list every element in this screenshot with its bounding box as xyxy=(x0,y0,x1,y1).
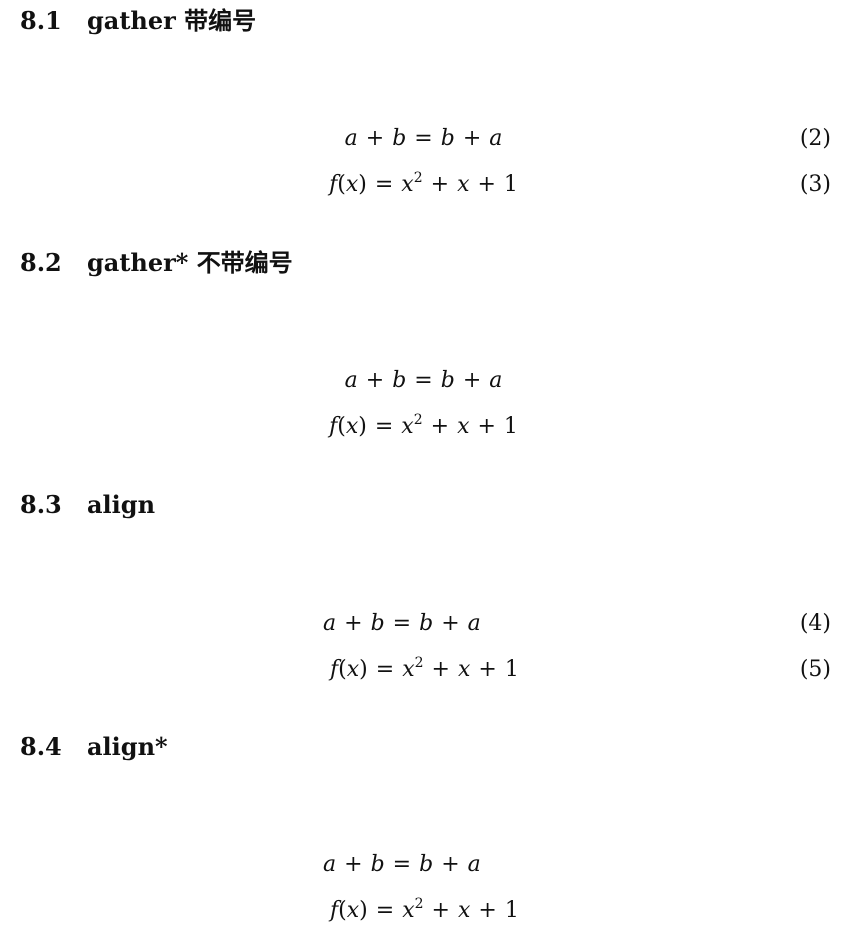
math-op: = xyxy=(375,898,395,923)
math-var: b xyxy=(440,368,455,393)
math-var: x xyxy=(457,172,470,197)
math-op: + xyxy=(478,898,497,923)
equation-number: (5) xyxy=(799,657,831,682)
math-var: x xyxy=(346,898,360,923)
math-op: = xyxy=(375,657,395,682)
section-heading-8-4: 8.4 align* xyxy=(20,732,168,762)
math-number: 1 xyxy=(503,414,518,439)
section-title: gather 带编号 xyxy=(87,6,257,35)
math-var: x xyxy=(346,657,360,682)
math-op: + xyxy=(477,172,496,197)
math-op: + xyxy=(430,414,450,439)
equation-polynomial: f(x) = x2 + x +1 xyxy=(0,409,855,445)
math-exponent: 2 xyxy=(413,170,423,186)
math-var: x xyxy=(402,657,415,682)
math-var: b xyxy=(370,611,385,636)
section-number: 8.1 xyxy=(20,6,62,35)
math-var: x xyxy=(457,898,471,923)
math-paren: ( xyxy=(337,414,346,439)
math-op: + xyxy=(365,126,385,151)
math-exponent: 2 xyxy=(413,412,423,428)
math-var: x xyxy=(345,172,359,197)
math-var: b xyxy=(370,852,385,877)
math-var: a xyxy=(323,852,337,877)
math-op: + xyxy=(441,852,460,877)
math-op: + xyxy=(430,172,450,197)
equation-number: (3) xyxy=(799,172,831,197)
math-var: x xyxy=(402,898,415,923)
math-op: + xyxy=(365,368,385,393)
equation-polynomial: f(x) = x2 + x +1 xyxy=(330,893,519,929)
math-op: = xyxy=(392,852,412,877)
math-var: a xyxy=(489,126,503,151)
math-paren: ( xyxy=(338,657,347,682)
math-paren: ) xyxy=(358,172,367,197)
section-heading-8-2: 8.2 gather* 不带编号 xyxy=(20,248,293,278)
section-title: align xyxy=(87,490,156,519)
math-op: = xyxy=(374,172,394,197)
math-number: 1 xyxy=(504,898,519,923)
equation-commutative: a + b = b + a xyxy=(0,121,855,157)
math-var: x xyxy=(345,414,359,439)
math-var: b xyxy=(419,852,434,877)
math-var: b xyxy=(392,368,407,393)
math-paren: ( xyxy=(337,172,346,197)
math-var: b xyxy=(440,126,455,151)
math-op: + xyxy=(462,126,482,151)
equation-commutative: a + b = b + a xyxy=(0,363,855,399)
math-var: a xyxy=(467,611,481,636)
math-exponent: 2 xyxy=(414,896,424,912)
section-title: gather* 不带编号 xyxy=(87,248,293,277)
math-var: f xyxy=(329,414,338,439)
math-var: b xyxy=(419,611,434,636)
math-var: x xyxy=(401,414,414,439)
math-number: 1 xyxy=(504,657,519,682)
math-var: f xyxy=(330,898,339,923)
section-heading-8-3: 8.3 align xyxy=(20,490,155,520)
math-op: + xyxy=(477,414,496,439)
equation-polynomial: f(x) = x2 + x +1 xyxy=(330,652,519,688)
math-var: a xyxy=(344,126,358,151)
math-op: + xyxy=(431,898,450,923)
section-heading-8-1: 8.1 gather 带编号 xyxy=(20,6,256,36)
math-op: = xyxy=(414,368,433,393)
math-op: + xyxy=(344,611,363,636)
math-paren: ( xyxy=(338,898,347,923)
section-number: 8.2 xyxy=(20,248,62,277)
math-number: 1 xyxy=(503,172,518,197)
math-var: a xyxy=(467,852,481,877)
math-var: x xyxy=(457,657,471,682)
equation-commutative: a + b = b + a xyxy=(323,847,481,883)
section-number: 8.4 xyxy=(20,732,62,761)
math-op: + xyxy=(344,852,363,877)
math-var: f xyxy=(330,657,339,682)
equation-number: (2) xyxy=(799,126,831,151)
math-op: + xyxy=(478,657,497,682)
equation-number: (4) xyxy=(799,611,831,636)
math-var: a xyxy=(323,611,337,636)
math-paren: ) xyxy=(359,657,368,682)
math-op: = xyxy=(392,611,412,636)
math-op: = xyxy=(414,126,433,151)
math-var: a xyxy=(344,368,358,393)
equation-polynomial: f(x) = x2 + x +1 xyxy=(0,167,855,203)
math-var: f xyxy=(329,172,338,197)
section-title: align* xyxy=(87,732,168,761)
math-var: x xyxy=(401,172,414,197)
math-var: b xyxy=(392,126,407,151)
math-var: a xyxy=(489,368,503,393)
section-number: 8.3 xyxy=(20,490,62,519)
math-exponent: 2 xyxy=(414,655,424,671)
equation-commutative: a + b = b + a xyxy=(323,606,481,642)
math-op: + xyxy=(441,611,460,636)
math-op: + xyxy=(462,368,482,393)
math-paren: ) xyxy=(358,414,367,439)
math-op: + xyxy=(431,657,450,682)
math-var: x xyxy=(457,414,470,439)
math-paren: ) xyxy=(359,898,368,923)
math-op: = xyxy=(374,414,394,439)
